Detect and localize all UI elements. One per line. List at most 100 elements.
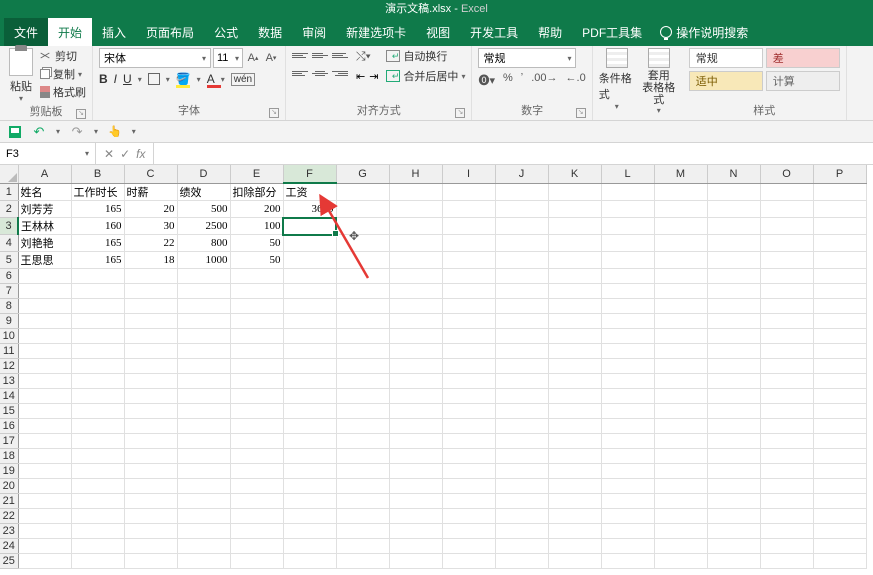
cell[interactable]: 165 [71,252,124,269]
cell[interactable] [707,329,760,344]
cell[interactable] [389,359,442,374]
worksheet-grid[interactable]: ABCDEFGHIJKLMNOP1姓名工作时长时薪绩效扣除部分工资2刘芳芳165… [0,165,873,575]
cell[interactable] [548,314,601,329]
cell[interactable] [495,494,548,509]
cell[interactable] [813,299,866,314]
cell[interactable] [548,419,601,434]
cell[interactable] [813,269,866,284]
cell[interactable]: 姓名 [18,183,71,201]
cell[interactable] [336,449,389,464]
cell[interactable] [495,509,548,524]
cell[interactable] [18,419,71,434]
cell[interactable] [548,389,601,404]
cell[interactable] [336,554,389,569]
column-header[interactable]: O [760,165,813,183]
cell[interactable] [654,183,707,201]
cell[interactable] [813,449,866,464]
cell[interactable] [442,359,495,374]
cell[interactable] [442,509,495,524]
cell[interactable] [813,464,866,479]
cell[interactable] [283,235,336,252]
undo-button[interactable] [32,125,46,139]
cell[interactable] [548,449,601,464]
bold-button[interactable]: B [99,72,108,86]
column-header[interactable]: M [654,165,707,183]
cell[interactable] [601,419,654,434]
cell[interactable] [230,539,283,554]
conditional-format-button[interactable]: 条件格式▾ [599,48,635,111]
cell[interactable] [548,329,601,344]
cell[interactable] [601,389,654,404]
cell[interactable] [336,464,389,479]
copy-button[interactable]: 复制▾ [40,66,86,82]
cell[interactable] [230,449,283,464]
cell[interactable] [654,218,707,235]
cell[interactable] [813,359,866,374]
cell[interactable] [336,374,389,389]
cell[interactable] [177,419,230,434]
cell[interactable] [71,434,124,449]
cell[interactable] [230,329,283,344]
cell[interactable] [389,252,442,269]
decrease-decimal-button[interactable]: ←.0 [566,72,586,88]
row-header[interactable]: 13 [0,374,18,389]
cell[interactable] [124,509,177,524]
cell[interactable] [760,389,813,404]
cell[interactable] [283,554,336,569]
cell[interactable] [707,344,760,359]
cell[interactable] [760,419,813,434]
row-header[interactable]: 2 [0,201,18,218]
cell[interactable] [71,524,124,539]
cell[interactable] [230,494,283,509]
cell[interactable]: 800 [177,235,230,252]
cell[interactable] [495,434,548,449]
cell[interactable] [442,419,495,434]
cell[interactable] [18,554,71,569]
cell[interactable] [601,269,654,284]
cell[interactable] [601,434,654,449]
tab-newtab[interactable]: 新建选项卡 [336,18,416,46]
cell[interactable] [654,201,707,218]
cell[interactable] [495,299,548,314]
row-header[interactable]: 6 [0,269,18,284]
column-header[interactable]: P [813,165,866,183]
cell[interactable] [71,539,124,554]
cell[interactable] [495,201,548,218]
cell[interactable] [230,299,283,314]
format-painter-button[interactable]: 格式刷 [40,84,86,100]
column-header[interactable]: J [495,165,548,183]
border-button[interactable] [148,73,160,85]
cell[interactable]: 刘芳芳 [18,201,71,218]
percent-format-button[interactable]: % [503,72,513,88]
accounting-format-button[interactable]: 🄌▾ [478,72,495,88]
cell[interactable] [760,252,813,269]
cell[interactable]: 2500 [177,218,230,235]
tab-help[interactable]: 帮助 [528,18,572,46]
cell[interactable]: 王思思 [18,252,71,269]
cell[interactable] [71,419,124,434]
cell[interactable] [283,434,336,449]
cell[interactable] [601,479,654,494]
cell[interactable] [177,344,230,359]
cell[interactable] [336,344,389,359]
cell[interactable] [548,494,601,509]
cell[interactable] [548,404,601,419]
number-format-select[interactable]: 常规▾ [478,48,576,68]
tab-developer[interactable]: 开发工具 [460,18,528,46]
cell[interactable]: 30 [124,218,177,235]
cell[interactable] [707,269,760,284]
cell[interactable] [442,314,495,329]
cell[interactable] [654,554,707,569]
align-top-button[interactable] [292,48,308,62]
cell[interactable] [654,235,707,252]
cell[interactable] [495,329,548,344]
cell[interactable] [654,284,707,299]
cell[interactable] [71,389,124,404]
cell[interactable] [18,479,71,494]
row-header[interactable]: 11 [0,344,18,359]
cell[interactable] [601,183,654,201]
cell[interactable] [495,374,548,389]
increase-decimal-button[interactable]: .00→ [531,72,557,88]
cell[interactable]: 3600 [283,201,336,218]
cell[interactable] [654,509,707,524]
